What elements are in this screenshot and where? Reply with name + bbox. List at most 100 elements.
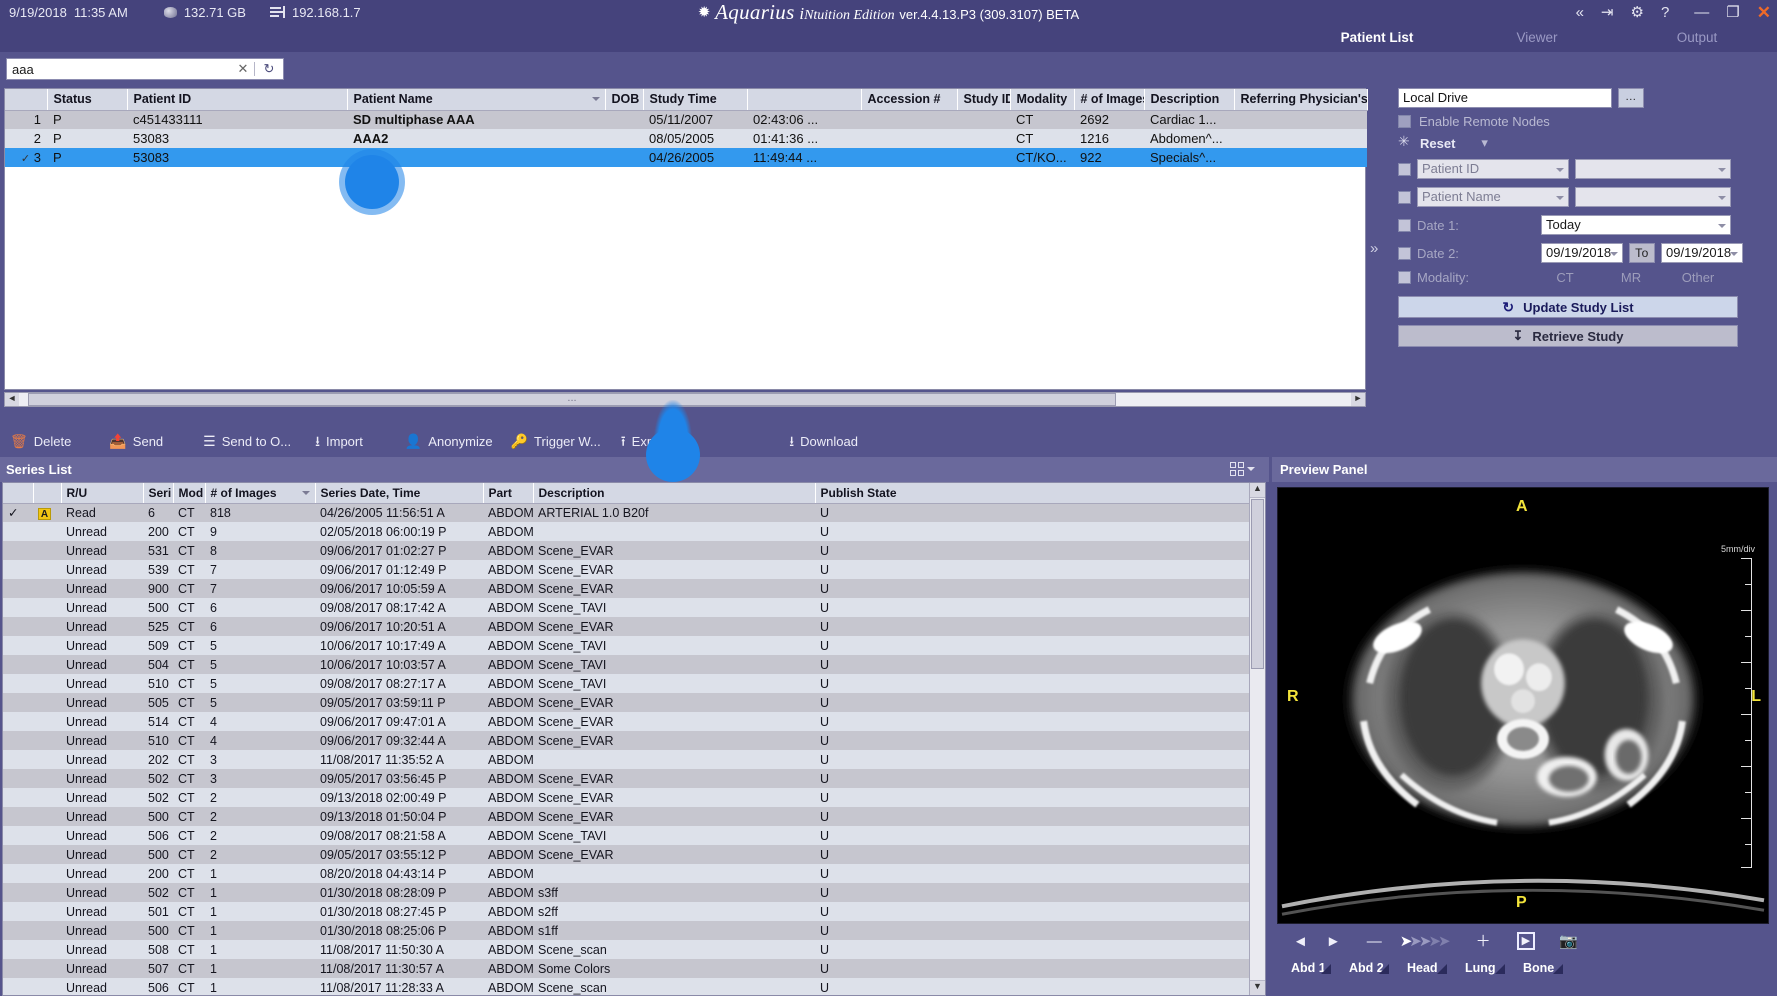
search-box[interactable]: ✕ ↻ [6, 58, 284, 80]
series-row[interactable]: Unread900CT709/06/2017 10:05:59 AABDOMEN… [3, 579, 1249, 598]
series-row[interactable]: Unread539CT709/06/2017 01:12:49 PABDOMEN… [3, 560, 1249, 579]
filter-patient-name-field[interactable]: Patient Name [1417, 187, 1569, 207]
col-series-datetime[interactable]: Series Date, Time [315, 483, 484, 504]
import-button[interactable]: ⭳ Import [301, 425, 373, 457]
chevron-down-icon[interactable] [1730, 252, 1738, 256]
tab-viewer[interactable]: Viewer [1457, 24, 1617, 52]
col-seri[interactable]: Seri [143, 483, 174, 504]
modality-option-ct[interactable]: CT [1535, 270, 1595, 285]
series-row[interactable]: Unread502CT309/05/2017 03:56:45 PABDOMEN… [3, 769, 1249, 788]
hscroll-right-arrow[interactable]: ► [1351, 393, 1365, 406]
date2-from-select[interactable]: 09/19/2018 [1541, 243, 1623, 263]
source-input[interactable]: Local Drive [1398, 88, 1612, 108]
browse-button[interactable]: ... [1618, 88, 1644, 108]
retrieve-study-button[interactable]: ↧ Retrieve Study [1398, 325, 1738, 347]
series-row[interactable]: Unread514CT409/06/2017 09:47:01 AABDOMEN… [3, 712, 1249, 731]
preset-head[interactable]: Head [1393, 961, 1451, 975]
vscroll-up-arrow[interactable]: ▲ [1250, 483, 1265, 498]
series-row[interactable]: Unread500CT209/05/2017 03:55:12 PABDOMEN… [3, 845, 1249, 864]
filter-patient-name-value[interactable] [1575, 187, 1731, 207]
chevron-down-icon[interactable] [1247, 467, 1255, 471]
series-row[interactable]: Unread500CT101/30/2018 08:25:06 PABDOMEN… [3, 921, 1249, 940]
vscroll-thumb[interactable] [1251, 499, 1264, 669]
close-icon[interactable]: ✕ [1757, 4, 1771, 21]
enable-remote-nodes-checkbox[interactable] [1398, 115, 1411, 128]
col-mod[interactable]: Mod [173, 483, 206, 504]
series-row-selected[interactable]: ✓ A Read6CT81804/26/2005 11:56:51 AABDOMEN… [3, 503, 1249, 522]
series-row[interactable]: Unread506CT209/08/2017 08:21:58 AABDOMEN… [3, 826, 1249, 845]
sort-caret-icon[interactable] [301, 491, 310, 495]
reset-dropdown-caret-icon[interactable]: ▾ [1481, 135, 1488, 151]
chevron-down-icon[interactable] [1610, 252, 1618, 256]
camera-icon[interactable]: 📷 [1559, 934, 1578, 949]
col-rownum[interactable] [5, 89, 48, 111]
gear-icon[interactable]: ⚙ [1631, 5, 1644, 20]
zoom-in-icon[interactable]: ＋ [1476, 934, 1491, 949]
update-study-list-button[interactable]: ↻ Update Study List [1398, 296, 1738, 318]
col-description[interactable]: Description [1144, 89, 1235, 111]
vscroll-down-arrow[interactable]: ▼ [1250, 980, 1265, 995]
hscroll-left-arrow[interactable]: ◄ [5, 393, 19, 406]
col-study-id[interactable]: Study ID [957, 89, 1011, 111]
hscroll-thumb[interactable] [28, 393, 1116, 406]
preset-lung[interactable]: Lung [1451, 961, 1509, 975]
date2-checkbox[interactable] [1398, 246, 1411, 260]
series-row[interactable]: Unread501CT101/30/2018 08:27:45 PABDOMEN… [3, 902, 1249, 921]
table-row-selected[interactable]: ✓ 3 P 53083 04/26/2005 11:49:44 ... CT/K… [5, 148, 1367, 167]
series-row[interactable]: Unread507CT111/08/2017 11:30:57 AABDOMEN… [3, 959, 1249, 978]
chevron-down-icon[interactable] [1718, 168, 1726, 172]
filter-patient-id-field[interactable]: Patient ID [1417, 159, 1569, 179]
next-image-icon[interactable]: ► [1326, 934, 1341, 949]
delete-button[interactable]: 🗑 Delete [0, 425, 81, 457]
minimize-icon[interactable]: — [1694, 5, 1709, 20]
restore-icon[interactable]: ❐ [1726, 5, 1739, 20]
col-accession[interactable]: Accession # [861, 89, 958, 111]
date2-to-select[interactable]: 09/19/2018 [1661, 243, 1743, 263]
preset-abd-2[interactable]: Abd 2 [1335, 961, 1393, 975]
series-row[interactable]: Unread500CT209/13/2018 01:50:04 PABDOMEN… [3, 807, 1249, 826]
collapse-icon[interactable]: « [1576, 5, 1584, 20]
send-button[interactable]: 📤 Send [81, 425, 173, 457]
cine-play-icon[interactable]: ▶ [1516, 932, 1536, 950]
preset-abd-1[interactable]: Abd 1 [1277, 961, 1335, 975]
filter-patient-name-checkbox[interactable] [1398, 190, 1411, 204]
series-list-vscrollbar[interactable]: ▲ ▼ [1249, 483, 1265, 995]
series-row[interactable]: Unread202CT311/08/2017 11:35:52 AABDOMEN… [3, 750, 1249, 769]
clear-search-icon[interactable]: ✕ [232, 61, 254, 77]
search-input[interactable] [7, 59, 232, 79]
zoom-out-icon[interactable]: — [1367, 934, 1382, 949]
chevron-down-icon[interactable] [1718, 224, 1726, 228]
col-images[interactable]: # of Images [1074, 89, 1145, 111]
fast-forward-icon[interactable]: ➤➤➤➤➤ [1400, 934, 1451, 949]
filter-patient-id-value[interactable] [1575, 159, 1731, 179]
col-study-time-ext[interactable] [747, 89, 862, 111]
preset-bone[interactable]: Bone [1509, 961, 1567, 975]
logout-icon[interactable]: ⇥ [1601, 5, 1614, 20]
col-patient-name[interactable]: Patient Name [347, 89, 606, 111]
col-study-time[interactable]: Study Time [643, 89, 748, 111]
tab-output[interactable]: Output [1617, 24, 1777, 52]
modality-checkbox[interactable] [1398, 271, 1411, 284]
panel-collapse-handle[interactable]: » [1370, 240, 1378, 257]
col-ru[interactable]: R/U [61, 483, 144, 504]
col-series-warn[interactable] [33, 483, 62, 504]
chevron-down-icon[interactable] [1556, 168, 1564, 172]
col-patient-id[interactable]: Patient ID [127, 89, 348, 111]
series-row[interactable]: Unread510CT409/06/2017 09:32:44 AABDOMEN… [3, 731, 1249, 750]
col-publish-state[interactable]: Publish State [815, 483, 1250, 504]
col-status[interactable]: Status [47, 89, 128, 111]
col-num-images[interactable]: # of Images [205, 483, 316, 504]
reset-icon[interactable] [1398, 133, 1412, 150]
series-row[interactable]: Unread502CT101/30/2018 08:28:09 PABDOMEN… [3, 883, 1249, 902]
col-series-check[interactable] [3, 483, 34, 504]
series-row[interactable]: Unread200CT902/05/2018 06:00:19 PABDOMEN… [3, 522, 1249, 541]
col-series-description[interactable]: Description [533, 483, 816, 504]
series-row[interactable]: Unread525CT609/06/2017 10:20:51 AABDOMEN… [3, 617, 1249, 636]
series-list-table[interactable]: R/U Seri Mod # of Images Series Date, Ti… [2, 482, 1266, 996]
help-icon[interactable]: ? [1661, 5, 1669, 20]
chevron-down-icon[interactable] [1556, 196, 1564, 200]
col-referring-physician[interactable]: Referring Physician's Nam [1234, 89, 1368, 111]
chevron-down-icon[interactable] [1718, 196, 1726, 200]
table-row[interactable]: 2 P 53083 AAA2 08/05/2005 01:41:36 ... C… [5, 129, 1367, 148]
anonymize-button[interactable]: 👤 Anonymize [373, 425, 503, 457]
